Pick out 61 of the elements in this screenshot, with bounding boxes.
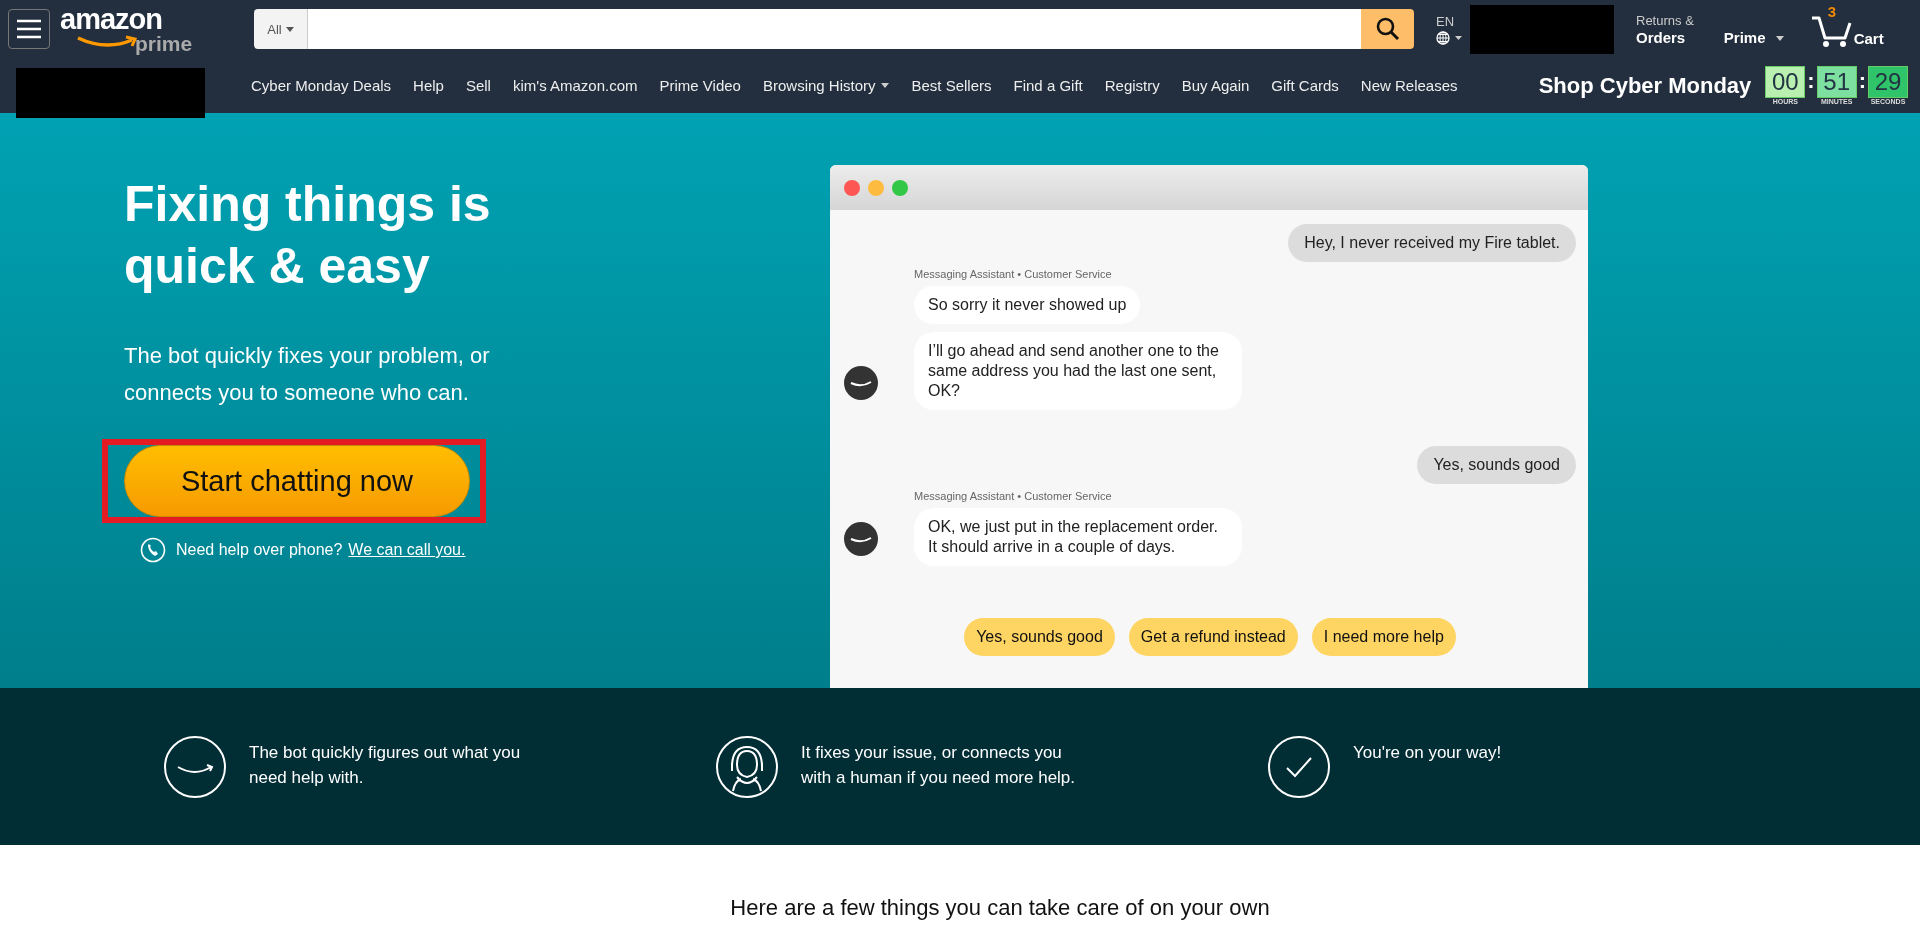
nav-link[interactable]: Registry — [1104, 77, 1160, 94]
nav-link[interactable]: Browsing History — [762, 77, 876, 94]
sender-label: Messaging Assistant • Customer Service — [914, 490, 1113, 502]
call-me-link[interactable]: We can call you. — [348, 541, 466, 559]
phone-help-text: Need help over phone? — [176, 541, 343, 559]
bot-message-bubble: So sorry it never showed up — [914, 286, 1141, 324]
step-description: It fixes your issue, or connects you with a human if you need more help. — [801, 741, 1077, 789]
countdown-digits: 29 — [1868, 66, 1908, 98]
minimize-dot-icon — [868, 179, 884, 196]
nav-link[interactable]: Find a Gift — [1013, 77, 1083, 94]
checkmark-icon — [1267, 734, 1331, 799]
nav-link[interactable]: kim's Amazon.com — [512, 77, 638, 94]
bot-avatar-icon — [844, 522, 878, 556]
nav-link[interactable]: Prime Video — [659, 77, 741, 94]
maximize-dot-icon — [892, 179, 908, 196]
search-field[interactable] — [308, 9, 1361, 49]
quick-reply-button[interactable]: Yes, sounds good — [964, 618, 1115, 656]
quick-reply-button[interactable]: I need more help — [1311, 618, 1456, 656]
caret-icon[interactable] — [881, 83, 890, 88]
nav-link[interactable]: Cyber Monday Deals — [251, 77, 392, 94]
phone-icon — [140, 537, 166, 563]
promo-link[interactable]: Shop Cyber Monday — [1538, 72, 1752, 99]
nav-link[interactable]: Sell — [465, 77, 491, 94]
nav-link[interactable]: Best Sellers — [911, 77, 992, 94]
menu-button[interactable] — [8, 9, 50, 49]
search-button[interactable] — [1361, 9, 1414, 49]
bot-avatar-icon — [844, 366, 878, 400]
hero-title: Fixing things is quick & easy — [124, 175, 492, 296]
prime-menu[interactable]: Prime — [1723, 12, 1784, 46]
language-selector[interactable]: EN — [1436, 13, 1464, 45]
bot-message-bubble: OK, we just put in the replacement order. It should arrive in a couple of days. — [914, 508, 1242, 566]
user-message-bubble: Yes, sounds good — [1417, 446, 1576, 484]
countdown-digits: 00 — [1765, 66, 1806, 98]
user-message-bubble: Hey, I never received my Fire tablet. — [1288, 224, 1576, 262]
nav-link[interactable]: New Releases — [1360, 77, 1458, 94]
smile-arrow-icon — [76, 35, 138, 49]
menu-icon — [16, 18, 42, 40]
colon-separator: : — [1857, 67, 1867, 95]
bot-message-bubble: I’ll go ahead and send another one to the same address you had the last one sent, OK? — [914, 332, 1242, 410]
globe-icon — [1436, 30, 1464, 45]
smile-icon — [163, 734, 227, 799]
hero-subtitle: The bot quickly fixes your problem, or connects you to someone who can. — [124, 342, 491, 407]
headset-person-icon — [715, 734, 779, 799]
sender-label: Messaging Assistant • Customer Service — [914, 268, 1113, 280]
start-chatting-button[interactable]: Start chatting now — [124, 445, 470, 517]
section-heading: Here are a few things you can take care of on your own — [729, 895, 1270, 921]
nav-link[interactable]: Buy Again — [1181, 77, 1250, 94]
logo-wordmark[interactable]: amazon — [60, 4, 162, 34]
step-description: The bot quickly figures out what you need help with. — [249, 741, 522, 789]
nav-link[interactable]: Gift Cards — [1271, 77, 1339, 94]
search-icon — [1374, 16, 1401, 42]
countdown-digits: 51 — [1816, 66, 1857, 98]
nav-link[interactable]: Help — [413, 77, 444, 94]
quick-reply-button[interactable]: Get a refund instead — [1128, 618, 1298, 656]
close-dot-icon — [844, 179, 860, 196]
category-dropdown[interactable]: All — [254, 9, 308, 49]
step-description: You're on your way! — [1353, 741, 1503, 764]
logo-subtitle: prime — [135, 33, 193, 55]
cart-icon — [1809, 15, 1852, 49]
colon-separator: : — [1806, 67, 1816, 95]
returns-orders-link[interactable]: Returns & Orders — [1636, 12, 1694, 46]
